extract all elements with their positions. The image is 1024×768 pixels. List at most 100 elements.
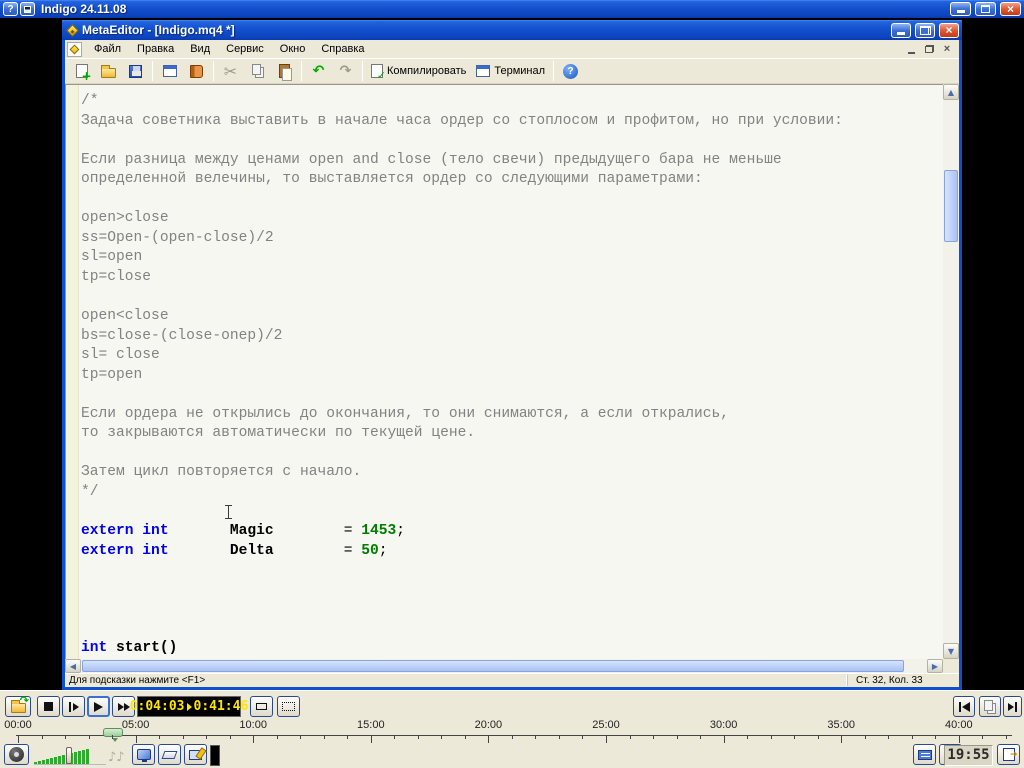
copy-button[interactable]: [245, 60, 270, 82]
code-editor[interactable]: /*Задача советника выставить в начале ча…: [65, 84, 943, 659]
timeline-tick: [982, 735, 983, 739]
menu-item-2[interactable]: Вид: [182, 41, 218, 57]
menu-item-3[interactable]: Сервис: [218, 41, 272, 57]
volume-handle[interactable]: [66, 747, 72, 764]
vertical-scrollbar[interactable]: ▲ ▼: [943, 84, 959, 659]
vertical-scroll-thumb[interactable]: [944, 170, 958, 242]
outer-maximize-button[interactable]: [975, 2, 996, 16]
metaeditor-restore-button[interactable]: [915, 23, 935, 38]
timeline-tick: [1006, 735, 1007, 739]
toolbar: ✂ ↶ ↷ Компилировать Терминал ?: [65, 58, 959, 84]
timeline-tick: [912, 735, 913, 739]
eraser-button[interactable]: [158, 744, 181, 765]
compact-view-button[interactable]: [250, 696, 273, 717]
keyboard-button[interactable]: [913, 744, 936, 765]
outer-close-button[interactable]: ×: [1000, 2, 1021, 16]
copy-frame-button[interactable]: [979, 696, 1001, 717]
mdi-close-button[interactable]: ×: [939, 43, 955, 56]
timeline-tick: [418, 735, 419, 739]
metaeditor-close-button[interactable]: ×: [939, 23, 959, 38]
mdi-minimize-button[interactable]: [903, 43, 919, 56]
menu-item-5[interactable]: Справка: [313, 41, 372, 57]
mute-button[interactable]: [4, 744, 29, 765]
mdi-restore-button[interactable]: [921, 43, 937, 56]
timeline-tick: [18, 735, 19, 743]
timeline-thumb[interactable]: [103, 728, 123, 737]
timeline-tick: [277, 735, 278, 739]
scroll-down-button[interactable]: ▼: [943, 643, 959, 659]
timeline-tick: [630, 735, 631, 739]
outer-minimize-button[interactable]: [950, 2, 971, 16]
timeline-tick: [724, 735, 725, 743]
status-cursor-position: Ст. 32, Кол. 33: [847, 675, 959, 686]
book-icon: [190, 65, 203, 78]
code-line: open>close: [81, 209, 843, 229]
cut-button[interactable]: ✂: [218, 60, 243, 82]
outer-window-title: Indigo 24.11.08: [41, 2, 126, 16]
code-line: sl=open: [81, 248, 843, 268]
timeline-tick: [65, 735, 66, 739]
horizontal-scroll-thumb[interactable]: [82, 660, 904, 672]
undo-button[interactable]: ↶: [306, 60, 331, 82]
timeline-view-button[interactable]: [277, 696, 300, 717]
metaeditor-minimize-button[interactable]: [891, 23, 911, 38]
properties-button[interactable]: [157, 60, 182, 82]
open-folder-icon: [101, 68, 116, 78]
timeline-label: 40:00: [945, 719, 973, 731]
open-file-button[interactable]: [96, 60, 121, 82]
play-icon: [94, 702, 103, 712]
restore-icon: [925, 45, 934, 53]
play-button[interactable]: [87, 696, 110, 717]
code-line: extern int Magic = 1453;: [81, 522, 843, 542]
restore-icon: [920, 26, 931, 35]
paste-button[interactable]: [272, 60, 297, 82]
timeline-tick: [300, 735, 301, 739]
window-list-icon: [163, 65, 177, 77]
toolbar-separator: [301, 61, 302, 81]
new-file-button[interactable]: [69, 60, 94, 82]
dictionary-button[interactable]: [184, 60, 209, 82]
timeline-tick: [771, 735, 772, 739]
status-hint: Для подсказки нажмите <F1>: [65, 675, 847, 686]
horizontal-scrollbar[interactable]: ◀ ▶: [65, 659, 943, 673]
scroll-up-button[interactable]: ▲: [943, 84, 959, 100]
annotate-button[interactable]: [184, 744, 207, 765]
menu-item-0[interactable]: Файл: [86, 41, 129, 57]
volume-bar: [34, 762, 37, 764]
save-button[interactable]: [123, 60, 148, 82]
toolbar-separator: [152, 61, 153, 81]
volume-slider[interactable]: [34, 746, 106, 765]
outer-help-button[interactable]: ?: [3, 2, 18, 16]
open-recording-button[interactable]: ↷: [5, 696, 31, 717]
next-frame-button[interactable]: [1003, 696, 1022, 717]
timeline-label: 25:00: [592, 719, 620, 731]
code-line: bs=close-(close-onep)/2: [81, 327, 843, 347]
previous-frame-button[interactable]: [953, 696, 975, 717]
speaker-icon: [9, 747, 24, 762]
document-icon: [67, 42, 82, 57]
stop-button[interactable]: [37, 696, 60, 717]
step-play-icon: [73, 703, 79, 711]
help-button[interactable]: ?: [558, 60, 583, 82]
menu-item-1[interactable]: Правка: [129, 41, 182, 57]
outer-shade-button[interactable]: [20, 2, 35, 16]
timeline-tick: [582, 735, 583, 739]
code-line: то закрываются автоматически по текущей …: [81, 424, 843, 444]
screen-button[interactable]: [132, 744, 155, 765]
bar-icon: [959, 702, 961, 712]
scroll-left-button[interactable]: ◀: [65, 659, 81, 673]
compile-button[interactable]: Компилировать: [366, 60, 471, 82]
step-forward-button[interactable]: [62, 696, 85, 717]
code-line: определенной велечины, то выставляется о…: [81, 170, 843, 190]
redo-button[interactable]: ↷: [333, 60, 358, 82]
mouse-cursor-ibeam: [224, 504, 233, 521]
exit-icon: [1003, 748, 1015, 761]
terminal-button[interactable]: Терминал: [471, 60, 550, 82]
timeline-tick: [512, 735, 513, 739]
menu-item-4[interactable]: Окно: [272, 41, 314, 57]
timeline[interactable]: 00:0005:0010:0015:0020:0025:0030:0035:00…: [0, 718, 1024, 744]
exit-button[interactable]: [997, 744, 1020, 765]
mdi-window-buttons: ×: [903, 43, 959, 56]
volume-bar: [74, 752, 77, 764]
scroll-right-button[interactable]: ▶: [927, 659, 943, 673]
